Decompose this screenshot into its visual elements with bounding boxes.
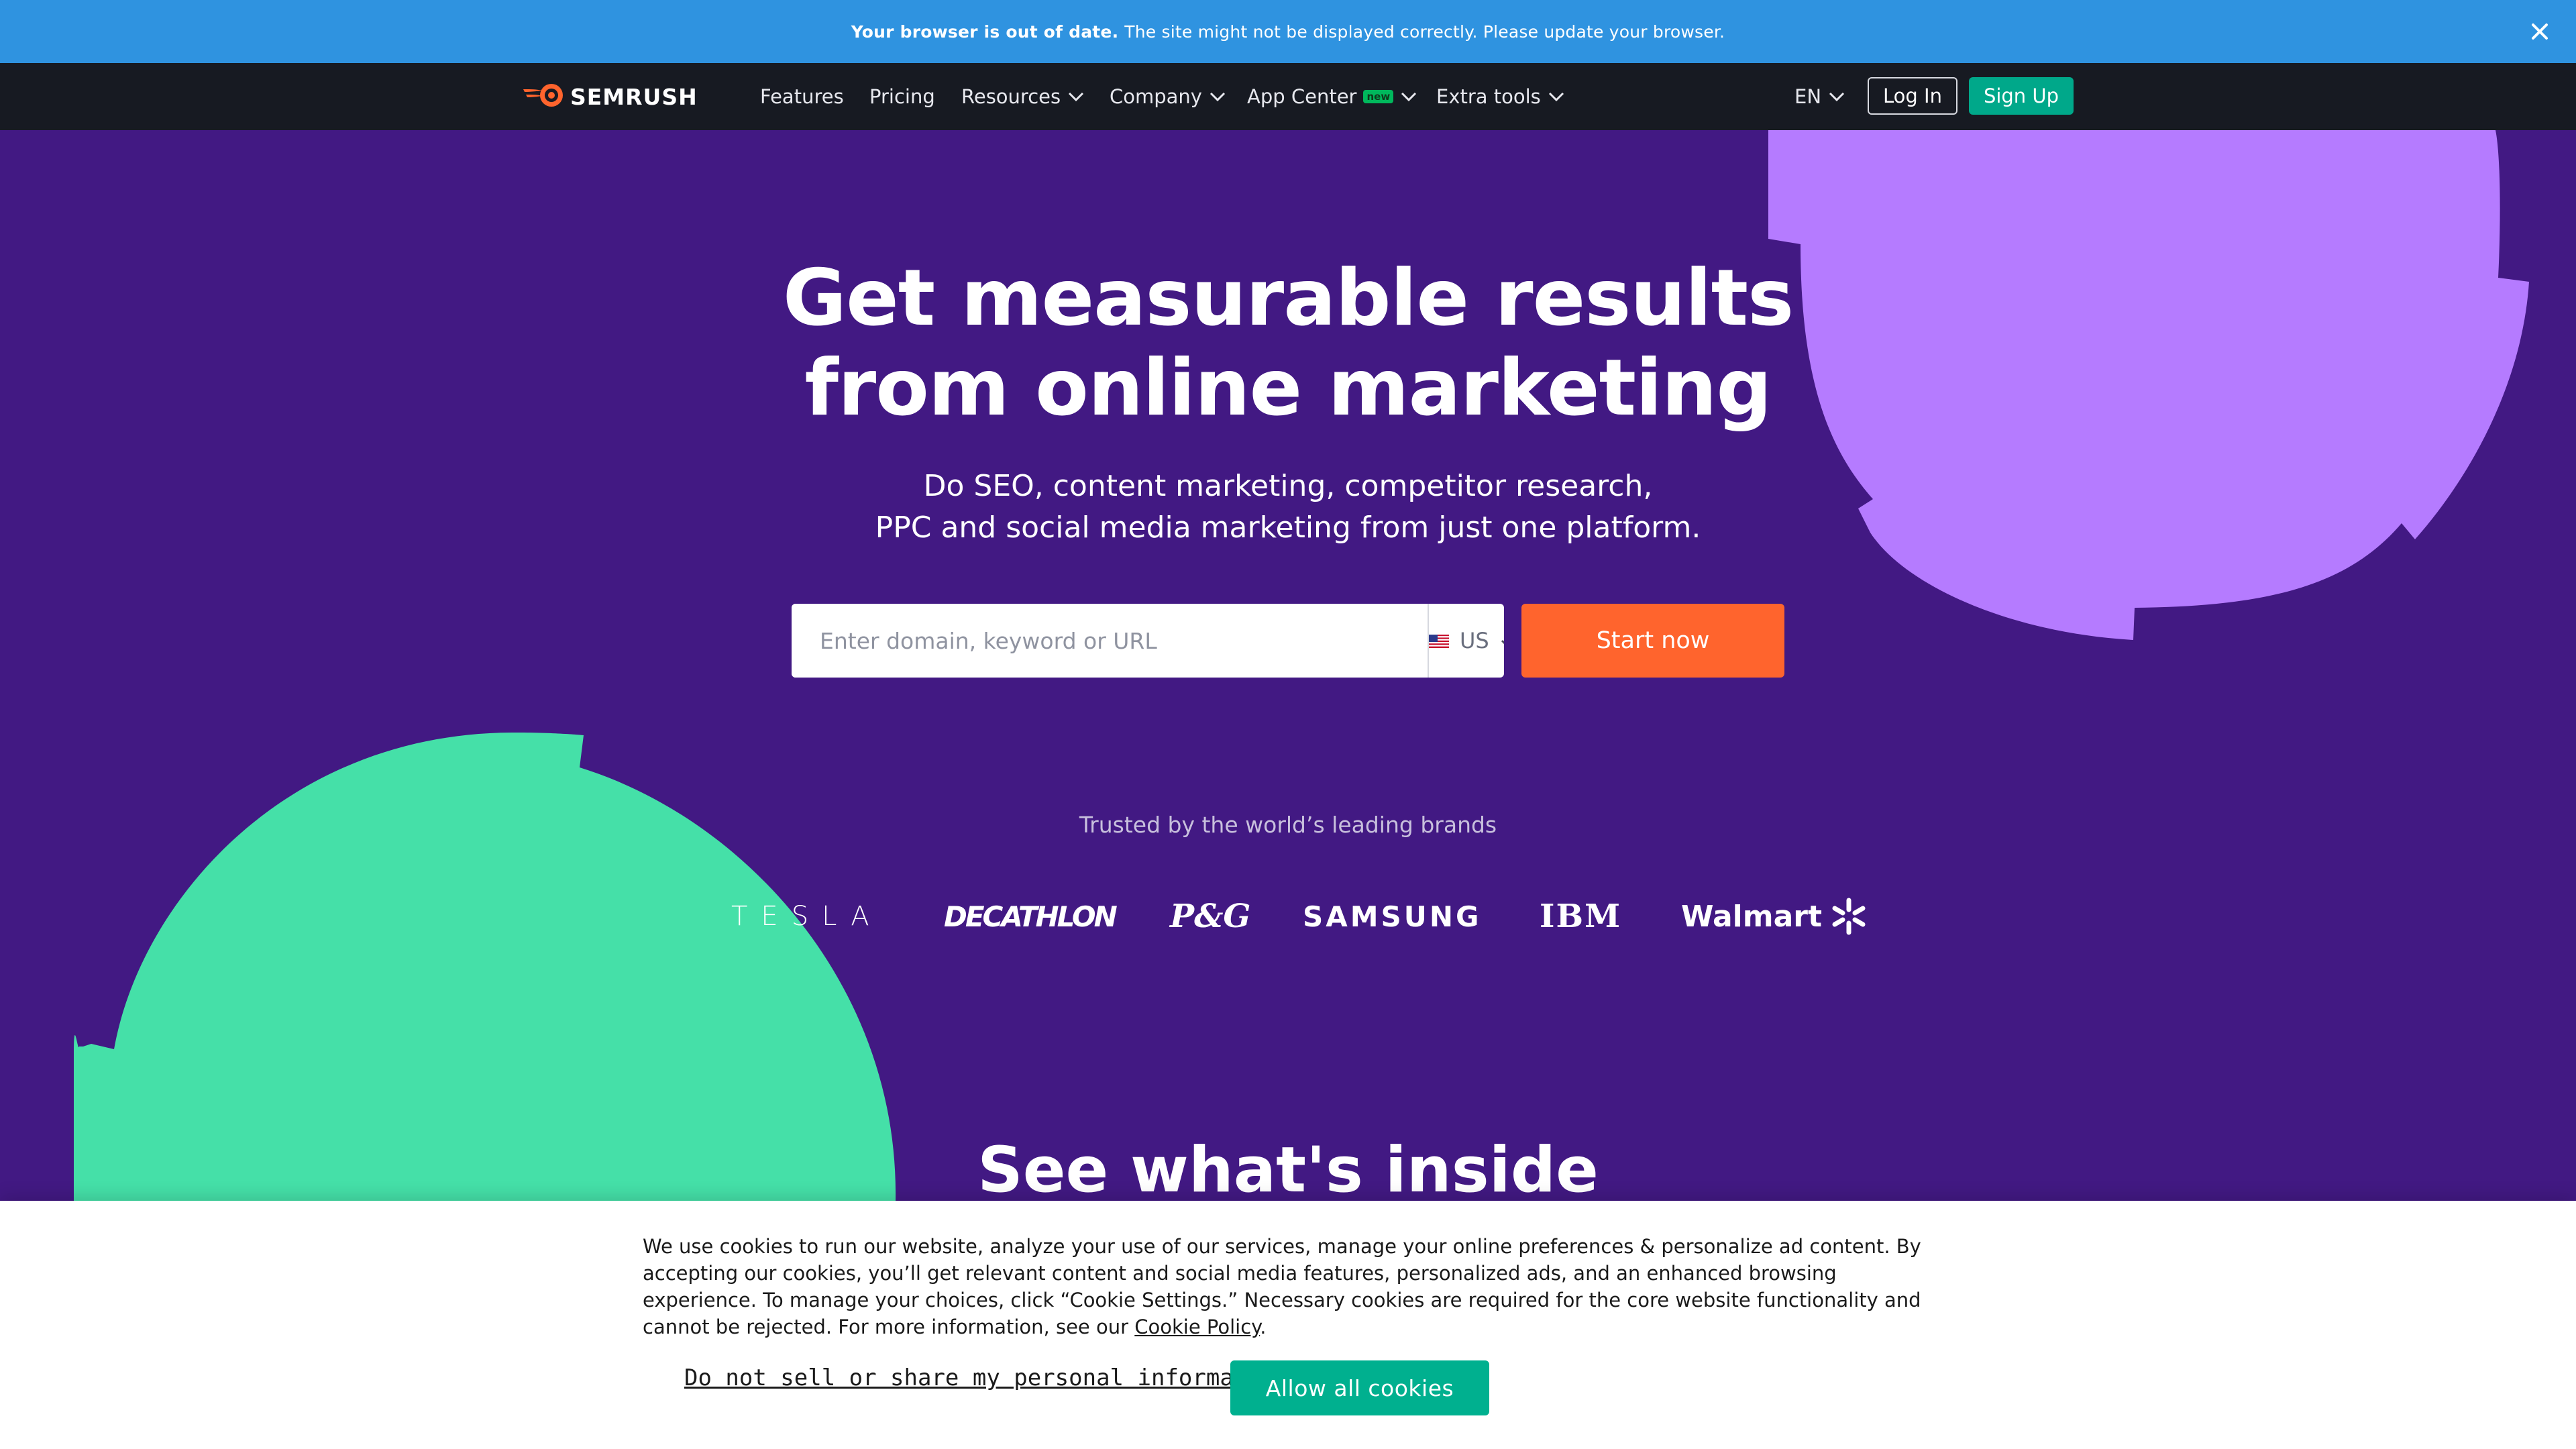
brand-logo-walmart: Walmart xyxy=(1681,890,1868,943)
nav-item-label: Pricing xyxy=(869,85,935,108)
brand-logo-samsung: SAMSUNG xyxy=(1303,900,1482,933)
country-label: US xyxy=(1460,628,1489,653)
nav-item-label: Resources xyxy=(961,85,1061,108)
nav-item-resources[interactable]: Resources xyxy=(961,63,1085,130)
new-badge: new xyxy=(1363,90,1394,103)
chevron-down-icon xyxy=(1500,628,1504,653)
chevron-down-icon xyxy=(1828,91,1845,102)
hero-title-line1: Get measurable results xyxy=(782,253,1794,343)
hero-subtitle-line2: PPC and social media marketing from just… xyxy=(875,511,1701,545)
browser-update-banner: Your browser is out of date. The site mi… xyxy=(0,0,2576,63)
cookie-policy-link[interactable]: Cookie Policy xyxy=(1134,1316,1260,1338)
decorative-green-circle xyxy=(74,732,896,1201)
brand-logo-tesla: TESLA xyxy=(731,901,883,932)
cookie-body-text: We use cookies to run our website, analy… xyxy=(643,1235,1921,1338)
chevron-down-icon xyxy=(1209,91,1226,102)
language-selector[interactable]: EN xyxy=(1794,63,1845,130)
semrush-fire-icon xyxy=(522,83,565,111)
cookie-policy-suffix: . xyxy=(1260,1316,1267,1338)
nav-item-label: App Center xyxy=(1247,85,1357,108)
start-now-button[interactable]: Start now xyxy=(1521,604,1784,678)
semrush-logo[interactable]: SEMRUSH xyxy=(522,82,698,111)
cookie-text: We use cookies to run our website, analy… xyxy=(643,1233,1944,1340)
hero-subtitle: Do SEO, content marketing, competitor re… xyxy=(684,466,1892,549)
us-flag-icon xyxy=(1429,628,1449,653)
top-navigation: SEMRUSH Features Pricing Resources Compa… xyxy=(0,63,2576,130)
hero-title: Get measurable results from online marke… xyxy=(684,254,1892,433)
nav-item-label: Extra tools xyxy=(1436,85,1541,108)
hero-subtitle-line1: Do SEO, content marketing, competitor re… xyxy=(923,469,1653,503)
nav-item-pricing[interactable]: Pricing xyxy=(869,63,935,130)
domain-search-input[interactable] xyxy=(792,604,1428,678)
banner-text: The site might not be displayed correctl… xyxy=(1124,21,1725,42)
brand-logo-ibm: IBM xyxy=(1540,898,1622,935)
allow-all-cookies-button[interactable]: Allow all cookies xyxy=(1230,1360,1489,1415)
nav-item-label: Company xyxy=(1110,85,1202,108)
hero-title-line2: from online marketing xyxy=(804,343,1772,433)
nav-item-features[interactable]: Features xyxy=(760,63,844,130)
brand-logo-pg: P&G xyxy=(1170,898,1251,935)
trusted-brands-label: Trusted by the world’s leading brands xyxy=(1079,812,1497,838)
language-label: EN xyxy=(1794,85,1822,108)
nav-item-app-center[interactable]: App Center new xyxy=(1247,63,1417,130)
banner-bold-text: Your browser is out of date. xyxy=(851,21,1119,42)
nav-item-label: Features xyxy=(760,85,844,108)
brand-logos: TESLA DECATHLON P&G SAMSUNG IBM Walmart xyxy=(724,890,1866,943)
do-not-sell-link[interactable]: Do not sell or share my personal informa… xyxy=(684,1364,1289,1391)
signup-button[interactable]: Sign Up xyxy=(1969,77,2074,115)
chevron-down-icon xyxy=(1067,91,1085,102)
domain-search-box: US xyxy=(792,604,1504,678)
close-icon[interactable] xyxy=(2526,18,2553,45)
brand-logo-decathlon: DECATHLON xyxy=(944,900,1118,933)
logo-text: SEMRUSH xyxy=(570,83,698,110)
chevron-down-icon xyxy=(1400,91,1417,102)
country-selector[interactable]: US xyxy=(1428,604,1504,678)
walmart-spark-icon xyxy=(1830,898,1868,935)
login-button[interactable]: Log In xyxy=(1868,77,1957,115)
see-whats-inside-title: See what's inside xyxy=(977,1134,1599,1207)
chevron-down-icon xyxy=(1548,91,1565,102)
nav-item-extra-tools[interactable]: Extra tools xyxy=(1436,63,1565,130)
nav-item-company[interactable]: Company xyxy=(1110,63,1226,130)
